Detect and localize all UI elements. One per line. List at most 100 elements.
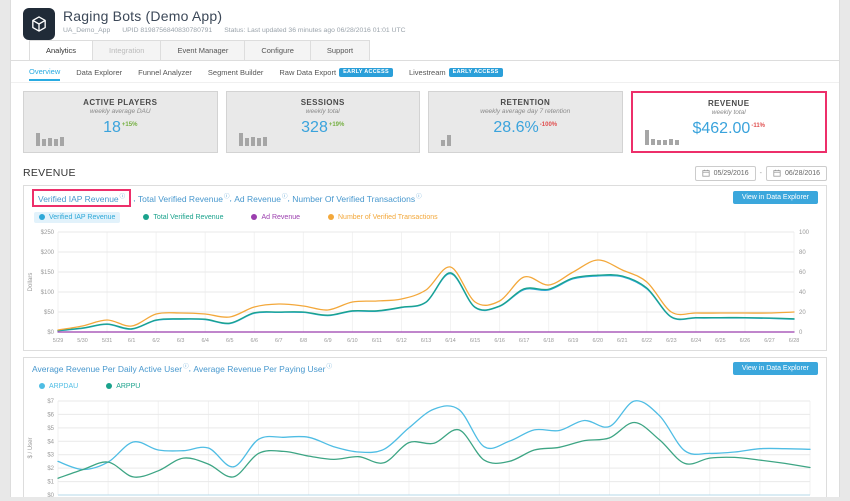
kpi-subtitle: weekly total (711, 109, 746, 116)
right-y-axis-tick-label: 20 (799, 310, 806, 316)
x-axis-label: 6/17 (519, 338, 530, 344)
x-axis-label: 6/19 (568, 338, 579, 344)
legend-label: ARPDAU (49, 382, 79, 390)
arpu-trends-chart[interactable]: $0$1$2$3$4$5$6$7$ / User5/295/305/316/16… (24, 394, 828, 497)
y-axis-tick-label: $250 (41, 230, 55, 236)
subnav-label: Data Explorer (76, 67, 123, 77)
kpi-summary-row: ACTIVE PLAYERS weekly average DAU 18+15% SE… (11, 83, 839, 157)
x-axis-label: 6/1 (128, 338, 136, 344)
view-in-data-explorer-button[interactable]: View in Data Explorer (732, 191, 818, 205)
x-axis-label: 6/22 (642, 338, 653, 344)
metric-link-average-revenue-per-daily-active-user[interactable]: Average Revenue Per Daily Active Userⓘ (32, 362, 189, 374)
x-axis-label: 6/26 (740, 338, 751, 344)
sparkline-bar (244, 138, 249, 146)
subnav-item-raw-data-export[interactable]: Raw Data Export EARLY ACCESS (279, 64, 393, 80)
subnav-item-livestream[interactable]: Livestream EARLY ACCESS (409, 64, 503, 80)
sparkline-bar (36, 133, 40, 146)
subnav-item-funnel-analyzer[interactable]: Funnel Analyzer (138, 64, 192, 80)
subnav-item-data-explorer[interactable]: Data Explorer (76, 64, 122, 80)
y-axis-tick-label: $5 (47, 426, 54, 432)
tab-integration[interactable]: Integration (92, 40, 162, 60)
panel-title-revenue-metrics: Verified IAP Revenueⓘ, Total Verified Re… (32, 189, 422, 207)
y-axis-tick-label: $0 (47, 493, 54, 497)
metric-link-number-of-verified-transactions[interactable]: Number Of Verified Transactionsⓘ (292, 192, 421, 204)
info-icon[interactable]: ⓘ (120, 194, 126, 200)
legend-item-arpdau[interactable]: ARPDAU (34, 381, 83, 392)
kpi-card-revenue[interactable]: REVENUE weekly total $462.00-11% (630, 91, 827, 153)
legend-dot-icon (106, 383, 113, 390)
metric-link-ad-revenue[interactable]: Ad Revenueⓘ (234, 192, 287, 204)
legend-item-arppu[interactable]: ARPPU (101, 381, 145, 392)
subnav-label: Funnel Analyzer (138, 67, 192, 77)
subnav-item-segment-builder[interactable]: Segment Builder (208, 64, 263, 80)
arpu-chart-legend: ARPDAU ARPPU (24, 378, 826, 394)
x-axis-label: 6/18 (543, 338, 554, 344)
legend-item-total-verified-revenue[interactable]: Total Verified Revenue (138, 212, 228, 223)
sparkline-bar (656, 140, 661, 145)
unity-logo-icon (23, 8, 55, 40)
x-axis-label: 6/10 (347, 338, 358, 344)
legend-dot-icon (251, 214, 258, 221)
subnav-label: Overview (29, 66, 61, 76)
tab-support[interactable]: Support (309, 40, 371, 60)
x-axis-label: 6/7 (275, 338, 283, 344)
info-icon[interactable]: ⓘ (326, 364, 332, 370)
view-in-data-explorer-button[interactable]: View in Data Explorer (732, 361, 818, 375)
kpi-sparkline (441, 135, 451, 146)
x-axis-label: 6/4 (201, 338, 209, 344)
x-axis-label: 6/20 (592, 338, 603, 344)
tab-event-manager[interactable]: Event Manager (160, 40, 246, 60)
app-upid: UPID 8198756840830780791 (122, 27, 213, 34)
page-title: Raging Bots (Demo App) (63, 8, 223, 24)
sparkline-bar (256, 138, 261, 146)
revenue-trends-chart[interactable]: $0 $50 $100 $150 $200 $250 0 20 40 60 80 100 Dollars… (24, 225, 828, 345)
tab-configure[interactable]: Configure (244, 40, 311, 60)
metric-link-average-revenue-per-paying-user[interactable]: Average Revenue Per Paying Userⓘ (193, 362, 332, 374)
sparkline-bar (662, 140, 667, 145)
subnav-label: Livestream (408, 67, 446, 77)
y-axis-tick-label: $100 (41, 290, 55, 296)
metric-link-verified-iap-revenue[interactable]: Verified IAP Revenueⓘ (32, 189, 132, 207)
x-axis-label: 6/14 (445, 338, 456, 344)
kpi-delta: -11% (751, 122, 766, 129)
subnav-item-overview[interactable]: Overview (29, 63, 61, 81)
x-axis-label: 6/3 (177, 338, 185, 344)
sparkline-bar (60, 137, 64, 146)
sparkline-bar (674, 140, 679, 145)
kpi-delta: +19% (328, 121, 345, 128)
date-from-input[interactable]: 05/29/2016 (694, 165, 756, 181)
kpi-card-active-players[interactable]: ACTIVE PLAYERS weekly average DAU 18+15% (23, 91, 218, 153)
info-icon[interactable]: ⓘ (416, 194, 422, 200)
kpi-card-retention[interactable]: RETENTION weekly average day 7 retention 2… (428, 91, 623, 153)
revenue-chart-legend: Verified IAP Revenue Total Verified Reven… (24, 209, 826, 225)
legend-dot-icon (328, 214, 334, 221)
legend-item-number-of-verified-transactions[interactable]: Number of Verified Transactions (323, 212, 443, 223)
legend-item-verified-iap-revenue[interactable]: Verified IAP Revenue (34, 211, 121, 223)
x-axis-label: 6/24 (691, 338, 702, 344)
tab-analytics[interactable]: Analytics (29, 40, 94, 60)
legend-item-ad-revenue[interactable]: Ad Revenue (246, 212, 305, 223)
y-axis-tick-label: $0 (47, 330, 54, 336)
app-shortname: UA_Demo_App (63, 27, 111, 34)
kpi-card-sessions[interactable]: SESSIONS weekly total 328+19% (225, 91, 420, 153)
y-axis-title: Dollars (28, 272, 34, 291)
sparkline-bar (644, 130, 649, 145)
series-line-arpdau (57, 399, 811, 470)
kpi-subtitle: weekly average day 7 retention (480, 108, 571, 115)
metric-link-total-verified-revenue[interactable]: Total Verified Revenueⓘ (138, 192, 230, 204)
x-axis-label: 6/2 (152, 338, 160, 344)
kpi-sparkline (238, 133, 267, 146)
y-axis-tick-label: $150 (41, 270, 55, 276)
x-axis-label: 6/9 (324, 338, 332, 344)
legend-dot-icon (39, 214, 45, 221)
date-to-input[interactable]: 06/28/2016 (765, 165, 827, 181)
x-axis-label: 6/16 (494, 338, 505, 344)
x-axis-label: 6/8 (300, 338, 308, 344)
y-axis-tick-label: $6 (47, 412, 54, 418)
kpi-sparkline (36, 133, 64, 146)
legend-dot-icon (39, 383, 45, 390)
y-axis-tick-label: $3 (47, 453, 54, 459)
page: Raging Bots (Demo App) UA_Demo_App UPID … (10, 0, 840, 497)
main-tab-bar: Analytics Integration Event Manager Configu… (11, 40, 839, 61)
early-access-badge: EARLY ACCESS (339, 67, 393, 77)
